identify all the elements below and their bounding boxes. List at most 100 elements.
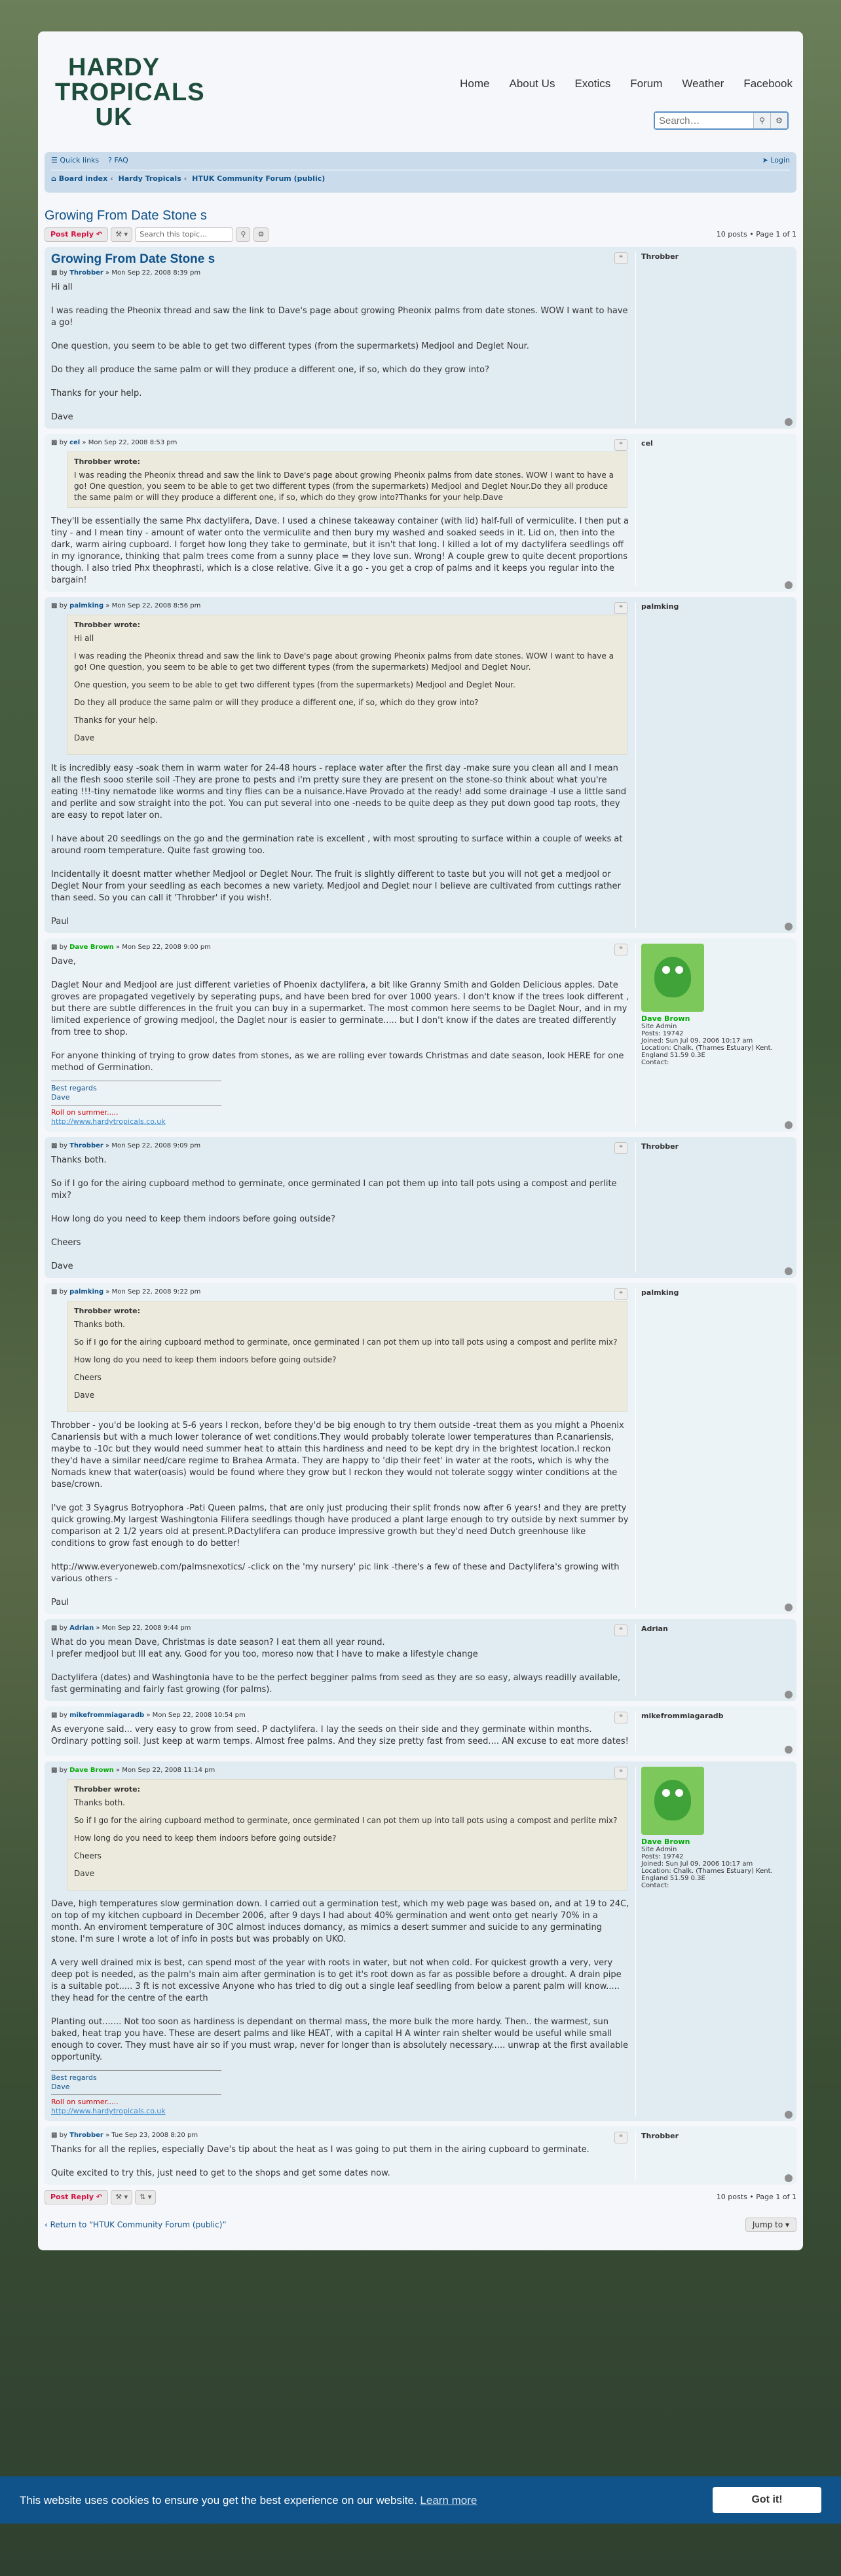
login-link[interactable]: ➤ Login (762, 156, 790, 164)
back-to-top-icon[interactable] (785, 923, 793, 931)
back-to-top-icon[interactable] (785, 2111, 793, 2119)
back-to-top-icon[interactable] (785, 418, 793, 426)
avatar[interactable] (641, 944, 705, 1012)
post-meta: ▩ by Throbber » Tue Sep 23, 2008 8:20 pm (51, 2132, 198, 2139)
nav-weather[interactable]: Weather (682, 77, 724, 90)
profile-username[interactable]: cel (641, 439, 790, 448)
profile-username[interactable]: Dave Brown (641, 1837, 790, 1846)
back-to-top-icon[interactable] (785, 1121, 793, 1129)
back-to-top-icon[interactable] (785, 1691, 793, 1699)
top-nav: Home About Us Exotics Forum Weather Face… (460, 77, 793, 90)
post-title[interactable]: Growing From Date Stone s (51, 252, 630, 267)
post-paragraph: For anyone thinking of trying to grow da… (51, 1051, 624, 1073)
gear-icon[interactable]: ⚙ (770, 113, 787, 128)
quote-icon[interactable]: ❝ (614, 252, 627, 264)
nav-exotics[interactable]: Exotics (574, 77, 610, 90)
sig-line: Dave (51, 1093, 70, 1102)
post-body: ▩ by Dave Brown » Mon Sep 22, 2008 9:00 … (51, 944, 635, 1126)
wrench-icon[interactable]: ⚒ ▾ (111, 227, 133, 242)
profile-username[interactable]: palmking (641, 602, 790, 611)
sig-link[interactable]: http://www.hardytropicals.co.uk (51, 1117, 221, 1126)
post-icon[interactable]: ▩ (51, 1767, 57, 1774)
post-author[interactable]: Throbber (69, 2132, 103, 2139)
post-author[interactable]: Dave Brown (69, 944, 114, 951)
back-to-top-icon[interactable] (785, 1604, 793, 1611)
quote-icon[interactable]: ❝ (614, 944, 627, 955)
topic-search-input[interactable]: Search this topic… (135, 227, 234, 242)
post-paragraph: Dave, (51, 957, 76, 967)
post-author[interactable]: Dave Brown (69, 1767, 114, 1774)
got-it-button[interactable]: Got it! (713, 2487, 821, 2513)
post-icon[interactable]: ▩ (51, 1712, 57, 1719)
profile-username[interactable]: Throbber (641, 2132, 790, 2140)
post-author[interactable]: palmking (69, 1288, 103, 1296)
post-meta: ▩ by cel » Mon Sep 22, 2008 8:53 pm (51, 439, 178, 446)
back-to-top-icon[interactable] (785, 1267, 793, 1275)
back-to-top-icon[interactable] (785, 2174, 793, 2182)
nav-about[interactable]: About Us (510, 77, 555, 90)
quote-icon[interactable]: ❝ (614, 439, 627, 451)
post-profile: Throbber (635, 1142, 790, 1273)
post-reply-button-bottom[interactable]: Post Reply ↶ (45, 2190, 109, 2204)
post-icon[interactable]: ▩ (51, 2132, 57, 2139)
post-content: Dave, Daglet Nour and Medjool are just di… (51, 956, 630, 1074)
nav-facebook[interactable]: Facebook (743, 77, 793, 90)
quote-icon[interactable]: ❝ (614, 1712, 627, 1723)
post-author[interactable]: Throbber (69, 269, 103, 277)
post-paragraph: Cheers (51, 1238, 81, 1248)
quote-icon[interactable]: ❝ (614, 1767, 627, 1778)
post: ▩ by cel » Mon Sep 22, 2008 8:53 pm Throb… (45, 434, 796, 592)
crumb-hardy-tropicals[interactable]: Hardy Tropicals (119, 174, 181, 183)
crumb-board-index[interactable]: Board index (59, 174, 108, 183)
post-author[interactable]: mikefrommiagaradb (69, 1712, 144, 1719)
wrench-icon-bottom[interactable]: ⚒ ▾ (111, 2190, 133, 2204)
search-icon[interactable]: ⚲ (753, 113, 770, 128)
quote-icon[interactable]: ❝ (614, 602, 627, 614)
post-icon[interactable]: ▩ (51, 1624, 57, 1632)
sig-link[interactable]: http://www.hardytropicals.co.uk (51, 2107, 221, 2116)
post-icon[interactable]: ▩ (51, 602, 57, 609)
post-body: Growing From Date Stone s ▩ by Throbber »… (51, 252, 635, 423)
jump-to-button[interactable]: Jump to ▾ (745, 2218, 796, 2232)
quote-icon[interactable]: ❝ (614, 1142, 627, 1154)
post-date: Mon Sep 22, 2008 9:00 pm (122, 944, 211, 951)
topic-search-icon[interactable]: ⚲ (236, 227, 251, 242)
site-search-input[interactable] (655, 113, 753, 128)
post-icon[interactable]: ▩ (51, 944, 57, 951)
profile-username[interactable]: Adrian (641, 1624, 790, 1633)
post-author[interactable]: Throbber (69, 1142, 103, 1149)
quote-icon[interactable]: ❝ (614, 2132, 627, 2143)
profile-username[interactable]: Throbber (641, 1142, 790, 1151)
faq-link[interactable]: ? FAQ (108, 156, 128, 164)
profile-username[interactable]: mikefrommiagaradb (641, 1712, 790, 1720)
back-to-top-icon[interactable] (785, 1746, 793, 1754)
post-author[interactable]: palmking (69, 602, 103, 609)
profile-username[interactable]: Dave Brown (641, 1014, 790, 1023)
return-link[interactable]: ‹ Return to “HTUK Community Forum (publi… (45, 2220, 227, 2229)
nav-home[interactable]: Home (460, 77, 489, 90)
post-author[interactable]: Adrian (69, 1624, 94, 1632)
post-icon[interactable]: ▩ (51, 439, 57, 446)
site-logo[interactable]: HARDY TROPICALS UK (55, 55, 204, 130)
quote-icon[interactable]: ❝ (614, 1288, 627, 1300)
page-title[interactable]: Growing From Date Stone s (45, 208, 796, 223)
profile-username[interactable]: palmking (641, 1288, 790, 1297)
post-reply-button[interactable]: Post Reply ↶ (45, 227, 109, 242)
quote-icon[interactable]: ❝ (614, 1624, 627, 1636)
quick-links[interactable]: ☰ Quick links (51, 156, 99, 164)
nav-forum[interactable]: Forum (630, 77, 662, 90)
post-icon[interactable]: ▩ (51, 1142, 57, 1149)
learn-more-link[interactable]: Learn more (420, 2494, 477, 2507)
quote-paragraph: Dave (74, 1391, 95, 1400)
post-icon[interactable]: ▩ (51, 1288, 57, 1296)
post-date: Mon Sep 22, 2008 9:22 pm (111, 1288, 201, 1296)
back-to-top-icon[interactable] (785, 581, 793, 589)
post-icon[interactable]: ▩ (51, 269, 57, 277)
sort-icon[interactable]: ⇅ ▾ (135, 2190, 157, 2204)
profile-username[interactable]: Throbber (641, 252, 790, 261)
post-author[interactable]: cel (69, 439, 80, 446)
topic-gear-icon[interactable]: ⚙ (253, 227, 269, 242)
avatar[interactable] (641, 1767, 705, 1835)
crumb-forum[interactable]: HTUK Community Forum (public) (192, 174, 325, 183)
post-paragraph: Dave, high temperatures slow germination… (51, 1899, 629, 1944)
